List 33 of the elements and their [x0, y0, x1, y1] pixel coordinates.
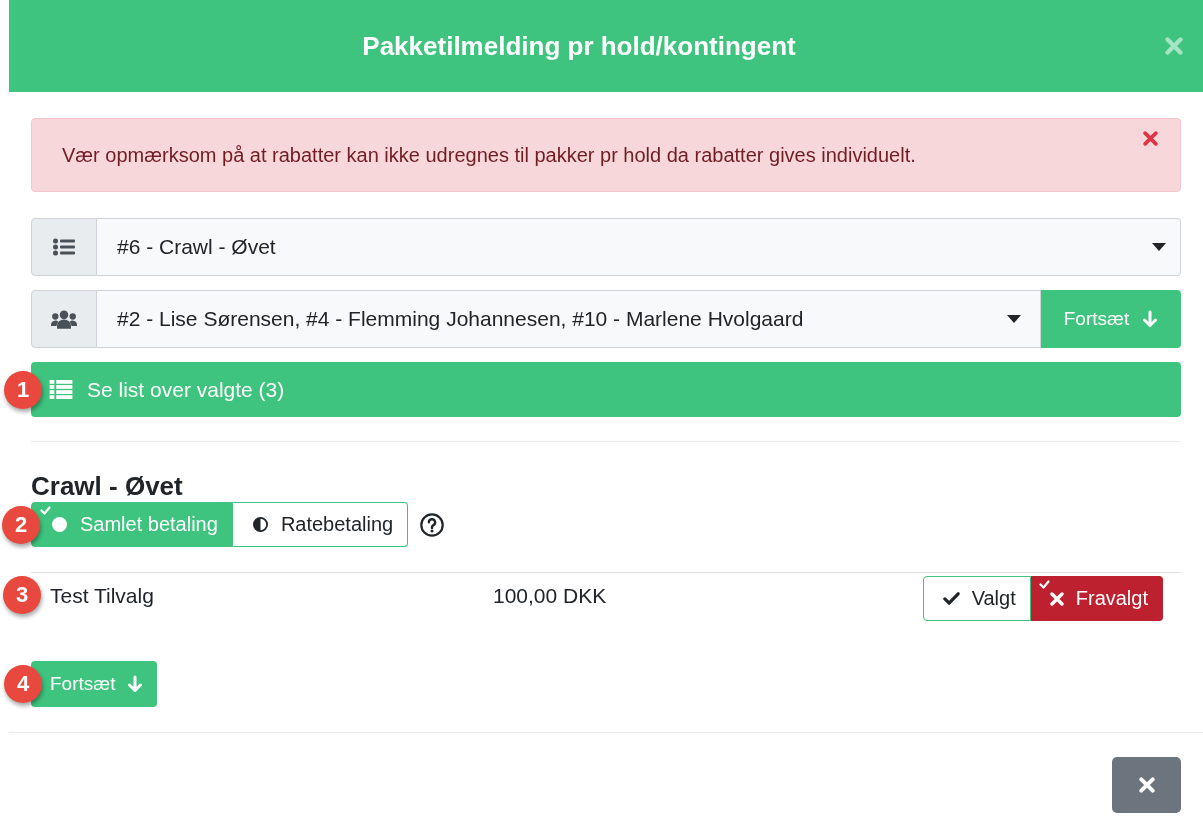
- caret-icon: [1152, 243, 1166, 251]
- addon-name: Test Tilvalg: [49, 583, 155, 609]
- users-icon: [51, 309, 77, 329]
- arrow-down-icon: [127, 675, 144, 693]
- choice-button[interactable]: Valgt: [922, 576, 1031, 621]
- step-number-marker: 3: [3, 576, 41, 614]
- step-number-marker: 1: [4, 371, 42, 409]
- step-number-marker: 2: [2, 506, 40, 544]
- close-icon: [1138, 777, 1155, 793]
- modal-title: Pakketilmelding pr hold/kontingent: [361, 30, 797, 62]
- close-icon: [1165, 37, 1183, 55]
- payment-option-button[interactable]: Ratebetaling: [232, 502, 409, 547]
- half-circle-icon: [251, 517, 269, 532]
- close-icon: [1143, 131, 1158, 146]
- list-icon: [49, 380, 73, 399]
- arrow-down-icon: [1142, 310, 1159, 328]
- team-select[interactable]: #6 - Crawl - Øvet: [97, 218, 1181, 276]
- check-icon: [942, 591, 960, 606]
- addon-price: 100,00 DKK: [492, 583, 608, 609]
- alert-message: Vær opmærksom på at rabatter kan ikke udregnes til pakker pr hold da rabatter gives individuelt.: [62, 143, 917, 167]
- section-heading: Crawl - Øvet: [31, 470, 184, 502]
- close-icon: [1049, 591, 1064, 606]
- caret-icon: [1007, 315, 1021, 323]
- close-button[interactable]: [1141, 129, 1160, 148]
- choice-button[interactable]: Fravalgt: [1030, 576, 1163, 621]
- close-button[interactable]: [1112, 757, 1181, 813]
- selected-check-icon: [40, 506, 51, 515]
- members-select[interactable]: #2 - Lise Sørensen, #4 - Flemming Johannesen, #10 - Marlene Hvolgaard: [97, 290, 1041, 348]
- list-icon: [53, 238, 75, 256]
- step-number-marker: 4: [4, 665, 42, 703]
- help-icon[interactable]: [420, 512, 445, 537]
- selected-check-icon: [1038, 580, 1050, 589]
- circle-icon: [51, 517, 68, 532]
